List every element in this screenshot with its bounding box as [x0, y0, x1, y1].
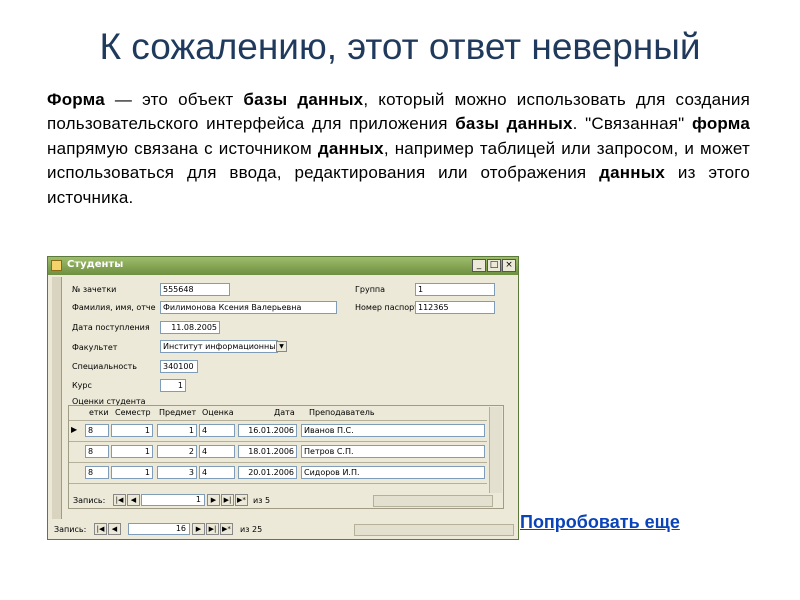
prev-record-icon[interactable]: ◀ — [108, 523, 121, 535]
paragraph-text: напрямую связана с источником — [47, 138, 318, 158]
column-header: Преподаватель — [309, 408, 375, 417]
specialty-label: Специальность — [72, 362, 138, 371]
grades-subform: етки Семестр Предмет Оценка Дата Препода… — [68, 405, 504, 509]
cell-record-book[interactable]: 8 — [85, 445, 109, 458]
bold-term: базы данных — [455, 114, 573, 134]
window-title: Студенты — [67, 259, 124, 270]
slide-title: К сожалению, этот ответ неверный — [99, 26, 701, 67]
name-label: Фамилия, имя, отче — [72, 303, 156, 312]
cell-semester[interactable]: 1 — [111, 445, 153, 458]
record-selector[interactable] — [52, 277, 62, 519]
name-field[interactable]: Филимонова Ксения Валерьевна — [160, 301, 337, 314]
first-record-icon[interactable]: |◀ — [94, 523, 107, 535]
form-record-label: Запись: — [54, 525, 87, 534]
table-row[interactable]: 8 1 2 4 18.01.2006 Петров С.П. — [69, 441, 487, 460]
form-horizontal-scrollbar[interactable] — [354, 524, 514, 536]
column-header: етки — [89, 408, 109, 417]
cell-teacher[interactable]: Сидоров И.П. — [301, 466, 485, 479]
cell-grade[interactable]: 4 — [199, 445, 235, 458]
explanation-paragraph: Форма — это объект базы данных, который … — [47, 88, 750, 210]
cell-semester[interactable]: 1 — [111, 424, 153, 437]
cell-subject[interactable]: 2 — [157, 445, 197, 458]
column-header: Предмет — [159, 408, 197, 417]
column-header: Дата — [274, 408, 295, 417]
cell-date[interactable]: 16.01.2006 — [238, 424, 297, 437]
form-record-navigator: Запись: |◀ ◀ 16 ▶ ▶| ▶* из 25 — [54, 523, 354, 537]
course-label: Курс — [72, 381, 92, 390]
try-again-link[interactable]: Попробовать еще — [520, 512, 680, 533]
paragraph-text: . "Связанная" — [572, 114, 692, 134]
table-row[interactable]: ▶ 8 1 1 4 16.01.2006 Иванов П.С. — [69, 420, 487, 439]
record-book-field[interactable]: 555648 — [160, 283, 230, 296]
subform-record-count: из 5 — [253, 496, 271, 505]
cell-teacher[interactable]: Петров С.П. — [301, 445, 485, 458]
cell-record-book[interactable]: 8 — [85, 424, 109, 437]
next-record-icon[interactable]: ▶ — [192, 523, 205, 535]
form-record-number[interactable]: 16 — [128, 523, 190, 535]
cell-grade[interactable]: 4 — [199, 424, 235, 437]
subform-record-label: Запись: — [73, 496, 106, 505]
minimize-button[interactable]: _ — [472, 259, 486, 272]
cell-date[interactable]: 20.01.2006 — [238, 466, 297, 479]
cell-grade[interactable]: 4 — [199, 466, 235, 479]
column-header: Оценка — [202, 408, 234, 417]
record-book-label: № зачетки — [72, 285, 117, 294]
bold-term: данных — [599, 163, 666, 183]
new-record-icon[interactable]: ▶* — [220, 523, 233, 535]
first-record-icon[interactable]: |◀ — [113, 494, 126, 506]
faculty-label: Факультет — [72, 343, 118, 352]
current-row-icon: ▶ — [71, 425, 78, 434]
group-label: Группа — [355, 285, 386, 294]
cell-subject[interactable]: 1 — [157, 424, 197, 437]
close-button[interactable]: × — [502, 259, 516, 272]
subform-vertical-scrollbar[interactable] — [489, 407, 502, 493]
bold-term: данных — [317, 138, 384, 158]
bold-term: форма — [691, 114, 750, 134]
form-record-count: из 25 — [240, 525, 263, 534]
cell-date[interactable]: 18.01.2006 — [238, 445, 297, 458]
new-record-icon[interactable]: ▶* — [235, 494, 248, 506]
course-field[interactable]: 1 — [160, 379, 186, 392]
faculty-select[interactable]: Институт информационны — [160, 340, 278, 353]
new-row[interactable] — [69, 483, 487, 492]
column-header: Семестр — [115, 408, 151, 417]
form-icon — [51, 260, 62, 271]
passport-field[interactable]: 112365 — [415, 301, 495, 314]
title-bar[interactable]: Студенты _ □ × — [48, 257, 518, 275]
last-record-icon[interactable]: ▶| — [221, 494, 234, 506]
cell-teacher[interactable]: Иванов П.С. — [301, 424, 485, 437]
bold-term: Форма — [47, 90, 105, 109]
subform-record-number[interactable]: 1 — [141, 494, 205, 506]
chevron-down-icon[interactable]: ▼ — [276, 341, 287, 352]
students-form-window: Студенты _ □ × № зачетки 555648 Группа 1… — [47, 256, 519, 540]
paragraph-text: — это объект — [104, 90, 244, 109]
bold-term: базы данных — [243, 90, 364, 109]
admission-date-label: Дата поступления — [72, 323, 150, 332]
cell-subject[interactable]: 3 — [157, 466, 197, 479]
prev-record-icon[interactable]: ◀ — [127, 494, 140, 506]
last-record-icon[interactable]: ▶| — [206, 523, 219, 535]
specialty-field[interactable]: 340100 — [160, 360, 198, 373]
cell-record-book[interactable]: 8 — [85, 466, 109, 479]
table-row[interactable]: 8 1 3 4 20.01.2006 Сидоров И.П. — [69, 462, 487, 481]
subform-record-navigator: Запись: |◀ ◀ 1 ▶ ▶| ▶* из 5 — [73, 494, 373, 508]
subform-horizontal-scrollbar[interactable] — [373, 495, 493, 507]
group-field[interactable]: 1 — [415, 283, 495, 296]
next-record-icon[interactable]: ▶ — [207, 494, 220, 506]
admission-date-field[interactable]: 11.08.2005 — [160, 321, 220, 334]
cell-semester[interactable]: 1 — [111, 466, 153, 479]
maximize-button[interactable]: □ — [487, 259, 501, 272]
passport-label: Номер паспорта — [355, 303, 424, 312]
